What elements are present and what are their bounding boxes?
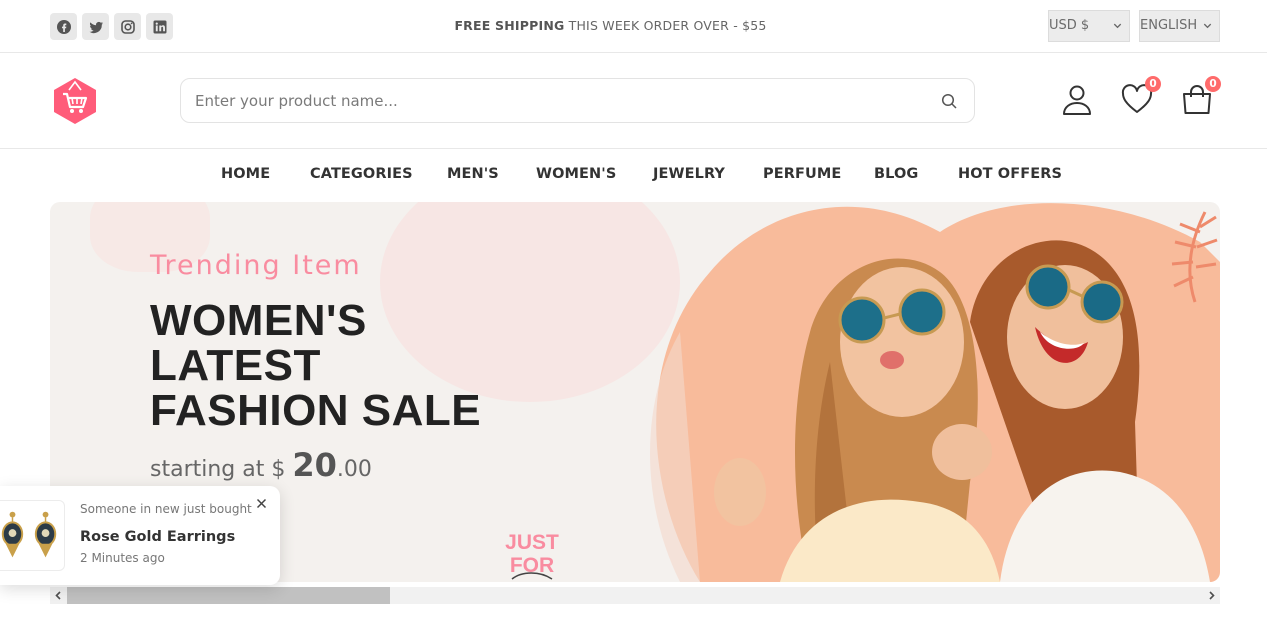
currency-value: USD $ — [1049, 18, 1090, 33]
wishlist-button[interactable]: 0 — [1120, 76, 1161, 116]
search-icon[interactable] — [941, 93, 958, 110]
headline-line: WOMEN'S — [150, 296, 367, 345]
nav-hot-offers[interactable]: HOT OFFERS — [958, 166, 1062, 182]
chevron-down-icon — [1203, 23, 1212, 29]
stamp-line1: JUST — [505, 531, 559, 554]
purchase-notification[interactable]: Someone in new just bought Rose Gold Ear… — [0, 486, 280, 585]
just-for-you-stamp: JUST FOR — [505, 531, 559, 580]
wishlist-count-badge: 0 — [1145, 76, 1161, 92]
logo-icon[interactable] — [51, 76, 99, 126]
headline-line: LATEST — [150, 341, 321, 390]
nav-home[interactable]: HOME — [221, 166, 270, 182]
scroll-left-icon[interactable] — [54, 591, 63, 600]
main-nav: HOME CATEGORIES MEN'S WOMEN'S JEWELRY PE… — [0, 166, 1267, 186]
language-value: ENGLISH — [1140, 18, 1198, 33]
notification-product[interactable]: Rose Gold Earrings — [80, 529, 235, 545]
top-bar: FREE SHIPPING THIS WEEK ORDER OVER - $55… — [0, 0, 1267, 53]
account-button[interactable] — [1060, 82, 1094, 116]
price-integer: 20 — [292, 446, 337, 484]
horizontal-scrollbar[interactable] — [50, 587, 1220, 604]
scroll-right-icon[interactable] — [1207, 591, 1216, 600]
nav-perfume[interactable]: PERFUME — [763, 166, 841, 182]
nav-womens[interactable]: WOMEN'S — [536, 166, 616, 182]
main-header: 0 0 — [0, 53, 1267, 149]
notification-time: 2 Minutes ago — [80, 551, 165, 565]
search-input[interactable] — [195, 90, 915, 112]
currency-select[interactable]: USD $ — [1048, 10, 1130, 42]
price-decimal: .00 — [336, 457, 372, 482]
price-prefix: starting at $ — [150, 457, 293, 482]
earrings-image — [0, 500, 65, 571]
close-icon[interactable] — [255, 497, 268, 510]
user-icon — [1063, 85, 1091, 115]
language-select[interactable]: ENGLISH — [1139, 10, 1220, 42]
banner-subtitle: Trending Item — [150, 250, 362, 281]
headline-line: FASHION SALE — [150, 386, 482, 435]
hero-photo — [650, 203, 1220, 582]
shipping-promo: FREE SHIPPING THIS WEEK ORDER OVER - $55 — [0, 18, 1221, 33]
cart-count-badge: 0 — [1205, 76, 1221, 92]
promo-bold: FREE SHIPPING — [454, 18, 565, 33]
nav-jewelry[interactable]: JEWELRY — [653, 166, 725, 182]
cart-button[interactable]: 0 — [1180, 76, 1221, 116]
banner-price: starting at $ 20.00 — [150, 446, 372, 484]
notification-meta: Someone in new just bought — [80, 502, 252, 516]
banner-headline: WOMEN'S LATEST FASHION SALE — [150, 298, 570, 433]
nav-categories[interactable]: CATEGORIES — [310, 166, 413, 182]
search-box — [180, 78, 975, 123]
scrollbar-thumb[interactable] — [67, 587, 390, 604]
nav-mens[interactable]: MEN'S — [447, 166, 499, 182]
chevron-down-icon — [1113, 23, 1122, 29]
nav-blog[interactable]: BLOG — [874, 166, 918, 182]
promo-text: THIS WEEK ORDER OVER - $55 — [564, 18, 767, 33]
